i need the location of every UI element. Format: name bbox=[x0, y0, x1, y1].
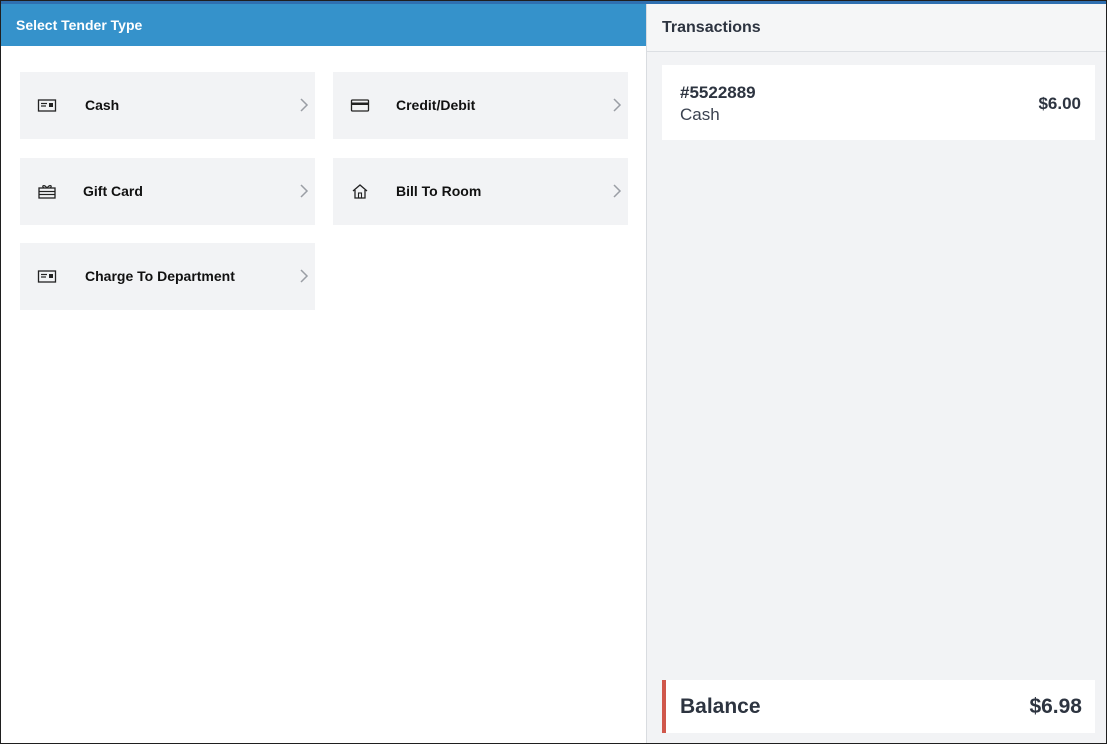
transaction-item[interactable]: #5522889 Cash $6.00 bbox=[662, 65, 1095, 140]
chevron-right-icon bbox=[299, 183, 309, 199]
chevron-right-icon bbox=[612, 97, 622, 113]
transactions-header: Transactions bbox=[647, 4, 1106, 52]
tender-type-panel: Select Tender Type Cash Credit/Debit Gif… bbox=[1, 4, 646, 743]
pos-window: Select Tender Type Cash Credit/Debit Gif… bbox=[0, 0, 1107, 744]
department-card-icon bbox=[37, 267, 57, 285]
balance-card: Balance $6.98 bbox=[662, 680, 1095, 733]
tender-label-credit-debit: Credit/Debit bbox=[396, 97, 476, 113]
transaction-id: #5522889 bbox=[680, 83, 756, 102]
tender-button-gift-card[interactable]: Gift Card bbox=[20, 158, 315, 225]
balance-value: $6.98 bbox=[1029, 695, 1082, 718]
tender-button-charge-to-department[interactable]: Charge To Department bbox=[20, 243, 315, 310]
balance-label: Balance bbox=[680, 695, 761, 718]
gift-card-icon bbox=[37, 182, 57, 200]
tender-label-bill-to-room: Bill To Room bbox=[396, 183, 482, 199]
cash-icon bbox=[37, 96, 57, 114]
transactions-title: Transactions bbox=[662, 19, 761, 36]
credit-card-icon bbox=[350, 96, 370, 114]
chevron-right-icon bbox=[299, 97, 309, 113]
tender-label-gift-card: Gift Card bbox=[83, 183, 143, 199]
transaction-type: Cash bbox=[680, 105, 720, 124]
tender-label-cash: Cash bbox=[85, 97, 120, 113]
tender-type-title: Select Tender Type bbox=[16, 17, 143, 33]
tender-button-bill-to-room[interactable]: Bill To Room bbox=[333, 158, 628, 225]
chevron-right-icon bbox=[299, 268, 309, 284]
tender-type-header: Select Tender Type bbox=[1, 4, 646, 46]
tender-button-cash[interactable]: Cash bbox=[20, 72, 315, 139]
chevron-right-icon bbox=[612, 183, 622, 199]
tender-button-credit-debit[interactable]: Credit/Debit bbox=[333, 72, 628, 139]
tender-label-charge-to-department: Charge To Department bbox=[85, 268, 235, 284]
transaction-amount: $6.00 bbox=[1038, 94, 1081, 113]
transactions-panel: Transactions #5522889 Cash $6.00 Balance… bbox=[646, 4, 1106, 743]
home-icon bbox=[350, 182, 370, 200]
